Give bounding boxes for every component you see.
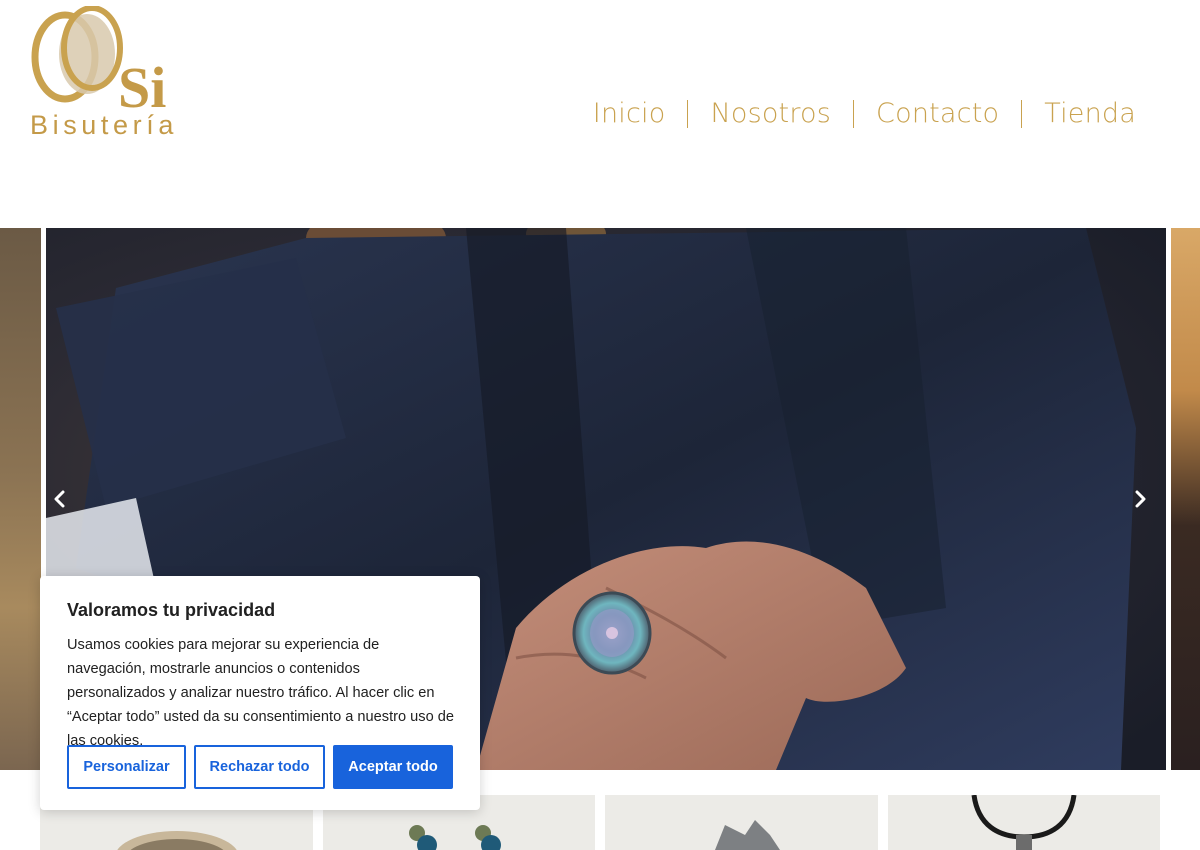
product-card[interactable]: [888, 795, 1160, 850]
cookie-banner-text: Usamos cookies para mejorar su experienc…: [67, 637, 454, 749]
site-header: Si Bisutería Inicio Nosotros Contacto Ti…: [0, 0, 1200, 228]
slider-next-button[interactable]: [1125, 484, 1155, 514]
nav-tienda[interactable]: Tienda: [1022, 96, 1136, 132]
main-nav: Inicio Nosotros Contacto Tienda: [571, 96, 1136, 132]
product-image-leaf: [715, 820, 780, 850]
accept-all-button[interactable]: Aceptar todo: [333, 745, 453, 789]
product-image-necklace: [971, 795, 1077, 850]
logo-mark: Si: [118, 55, 166, 110]
logo-wordmark: Bisutería: [30, 110, 178, 140]
reject-all-button[interactable]: Rechazar todo: [194, 745, 325, 789]
slide-preview-previous: [0, 228, 41, 770]
site-logo[interactable]: Si Bisutería: [30, 5, 190, 140]
customize-button[interactable]: Personalizar: [67, 745, 186, 789]
logo-rings-icon: Si: [31, 5, 166, 120]
cookie-consent-banner: Valoramos tu privacidad Usamos cookies p…: [40, 576, 480, 810]
cookie-button-group: Personalizar Rechazar todo Aceptar todo: [67, 745, 453, 789]
cookie-banner-title: Valoramos tu privacidad: [67, 600, 276, 620]
nav-contacto[interactable]: Contacto: [854, 96, 1021, 132]
nav-nosotros[interactable]: Nosotros: [688, 96, 853, 132]
chevron-right-icon: [1135, 490, 1146, 508]
slide-preview-next: [1171, 228, 1200, 770]
product-card[interactable]: [605, 795, 878, 850]
chevron-left-icon: [54, 490, 65, 508]
nav-inicio[interactable]: Inicio: [571, 96, 688, 132]
slider-prev-button[interactable]: [45, 484, 75, 514]
